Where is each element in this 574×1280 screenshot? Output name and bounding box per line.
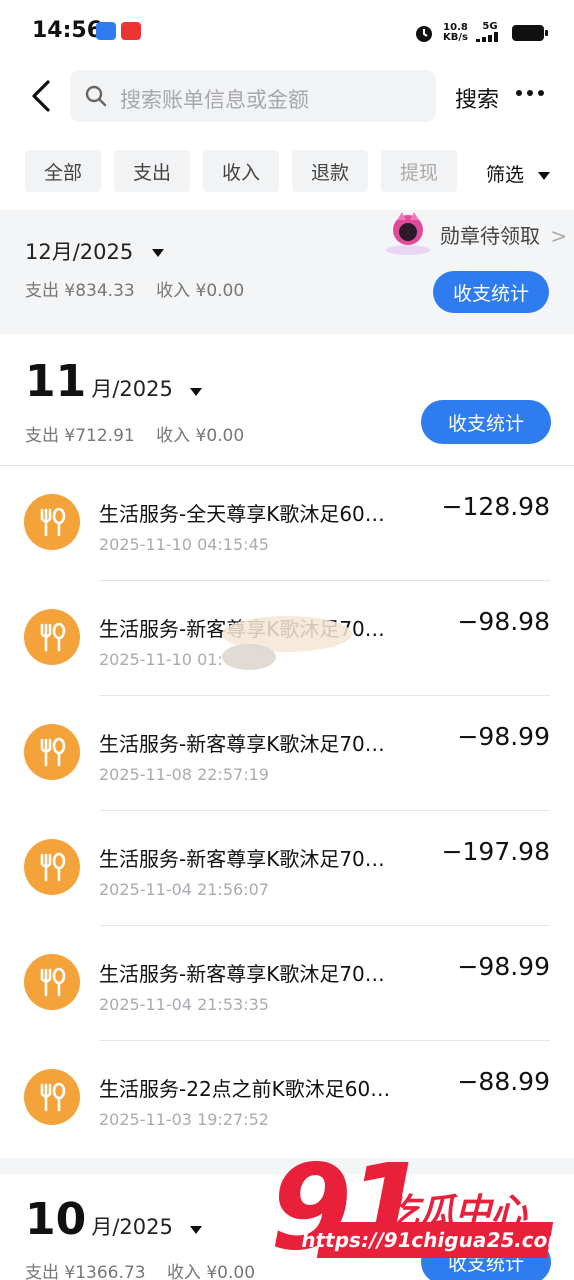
signal-icon [476,31,498,42]
filter-button[interactable]: 筛选 [486,160,551,187]
stats-button[interactable]: 收支统计 [433,271,549,313]
category-icon [24,1069,80,1125]
transaction-row[interactable]: 生活服务-新客尊享K歌沐足70…2025-11-10 01:−98.98 [0,595,574,710]
chip-withdraw[interactable]: 提现 [381,150,457,192]
caret-down-icon [538,171,551,180]
transaction-amount: −98.98 [457,607,550,636]
month-selector-november[interactable]: 11 月/2025 [25,356,202,407]
month-suffix: 月/2025 [91,1215,173,1239]
transaction-row[interactable]: 生活服务-全天尊享K歌沐足60… 2025-11-10 04:15:45 −128.… [0,480,574,595]
chip-all[interactable]: 全部 [25,150,101,192]
battery-icon [512,25,548,41]
month-suffix: 月/2025 [91,377,173,401]
month-summary: 支出 ¥712.91 收入 ¥0.00 [25,421,244,446]
month-summary: 支出 ¥1366.73 收入 ¥0.00 [25,1258,255,1280]
search-button[interactable]: 搜索 [455,82,499,114]
status-right: 10.8 KB/s 5G [413,20,548,46]
status-time: 14:56 [32,18,103,43]
caret-down-icon [151,249,164,257]
search-placeholder: 搜索账单信息或金额 [120,88,309,112]
transaction-title: 生活服务-新客尊享K歌沐足70… [99,962,385,986]
fork-spoon-icon [40,622,66,652]
transaction-row[interactable]: 生活服务-新客尊享K歌沐足70… 2025-11-04 21:56:07 −197.… [0,825,574,940]
transaction-time: 2025-11-10 01: [99,650,223,669]
watermark-url: https://91chigua25.com [299,1222,571,1258]
net-speed: 10.8 KB/s [443,22,468,43]
fork-spoon-icon [40,737,66,767]
app-notification-icon [121,22,141,40]
divider [99,925,550,926]
transaction-title: 生活服务-新客尊享K歌沐足70… [99,847,385,871]
caret-down-icon [189,1225,202,1234]
filter-label: 筛选 [486,164,525,186]
month-label: 12月/2025 [25,240,134,264]
transaction-title: 生活服务-全天尊享K歌沐足60… [99,502,385,526]
income-total: 收入 ¥0.00 [166,1263,256,1280]
transaction-amount: −128.98 [441,492,550,521]
divider [99,580,550,581]
network-indicator: 5G [476,21,504,45]
divider [99,695,550,696]
expense-total: 支出 ¥1366.73 [25,1263,146,1280]
chevron-right-icon: > [550,224,568,248]
transaction-amount: −88.99 [457,1067,550,1096]
category-icon [24,609,80,665]
transaction-row[interactable]: 生活服务-新客尊享K歌沐足70… 2025-11-04 21:53:35 −98.9… [0,940,574,1055]
badge-label: 勋章待领取 [440,224,540,248]
app-notification-icon [96,22,116,40]
transaction-title: 生活服务-22点之前K歌沐足60… [99,1077,391,1101]
fork-spoon-icon [40,852,66,882]
category-icon [24,494,80,550]
fork-spoon-icon [40,507,66,537]
category-icon [24,724,80,780]
bill-list-screen: 14:56 10.8 KB/s 5G 搜索账单信息或金额 搜索 全部 支出 收入 … [0,0,574,1280]
transaction-time: 2025-11-03 19:27:52 [99,1110,269,1129]
month-summary: 支出 ¥834.33 收入 ¥0.00 [25,276,244,301]
caret-down-icon [189,387,202,396]
chip-expense[interactable]: 支出 [114,150,190,192]
transaction-time: 2025-11-08 22:57:19 [99,765,269,784]
fork-spoon-icon [40,967,66,997]
expense-total: 支出 ¥834.33 [25,281,135,301]
divider [99,1040,550,1041]
category-icon [24,839,80,895]
transaction-amount: −98.99 [457,952,550,981]
expense-total: 支出 ¥712.91 [25,426,135,446]
back-arrow-icon[interactable] [24,78,60,114]
divider [99,810,550,811]
transaction-amount: −98.99 [457,722,550,751]
income-total: 收入 ¥0.00 [156,426,245,446]
month-number: 11 [25,356,87,407]
transaction-time: 2025-11-04 21:56:07 [99,880,269,899]
transaction-row[interactable]: 生活服务-新客尊享K歌沐足70… 2025-11-08 22:57:19 −98.9… [0,710,574,825]
transaction-time: 2025-11-04 21:53:35 [99,995,269,1014]
chip-refund[interactable]: 退款 [292,150,368,192]
search-icon [85,85,107,107]
income-total: 收入 ¥0.00 [156,281,245,301]
month-selector-october[interactable]: 10 月/2025 [25,1194,202,1245]
alarm-icon [416,26,433,42]
category-icon [24,954,80,1010]
transaction-time: 2025-11-10 04:15:45 [99,535,269,554]
more-dots-icon[interactable] [516,90,544,96]
chip-income[interactable]: 收入 [203,150,279,192]
medal-icon[interactable] [380,210,436,256]
blur-smudge [222,644,276,670]
month-selector-december[interactable]: 12月/2025 [25,236,164,266]
transaction-amount: −197.98 [441,837,550,866]
month-number: 10 [25,1194,87,1245]
stats-button[interactable]: 收支统计 [421,400,551,444]
fork-spoon-icon [40,1082,66,1112]
badge-claim-link[interactable]: 勋章待领取 > [440,220,567,249]
divider [0,465,574,466]
transaction-title: 生活服务-新客尊享K歌沐足70… [99,732,385,756]
